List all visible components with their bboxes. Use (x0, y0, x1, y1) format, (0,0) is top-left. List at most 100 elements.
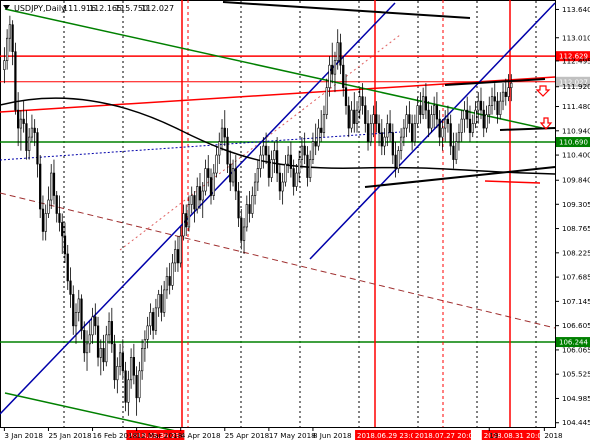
candle-body (377, 123, 381, 133)
candle-body (331, 64, 334, 75)
candle-body (193, 195, 196, 210)
candle-body (55, 195, 58, 214)
candle-body (190, 195, 193, 205)
candle-body (482, 109, 485, 129)
y-tick-label: 104.985 (562, 394, 590, 403)
candle-body (397, 150, 400, 169)
candle-body (72, 294, 75, 327)
candle-body (471, 123, 474, 133)
y-tick-label: 110.940 (562, 126, 590, 135)
candle-body (107, 321, 111, 336)
candle-body (96, 325, 100, 358)
candle-body (270, 159, 273, 178)
candle-body (435, 105, 439, 120)
candle-body (118, 352, 122, 367)
candle-body (229, 163, 232, 183)
candle-body (485, 114, 488, 129)
date-tag-label: 2018.06.29 23:00 (357, 432, 419, 440)
y-tick-label: 113.640 (562, 5, 590, 14)
candle-body (275, 150, 279, 174)
x-tick-label: 16 Feb 2018 (93, 431, 138, 440)
candle-body (267, 154, 270, 178)
candle-body (479, 100, 483, 111)
candle-body (416, 105, 419, 124)
y-tick-label: 106.605 (562, 321, 590, 330)
candle-body (94, 316, 97, 327)
x-tick-label: 4 Apr 2018 (181, 431, 221, 440)
candle-body (209, 177, 213, 196)
candle-body (449, 123, 452, 147)
y-tick-label: 106.065 (562, 345, 590, 354)
chart-background (0, 0, 590, 443)
candle-body (355, 109, 359, 124)
candle-body (39, 163, 42, 210)
candle-body (388, 123, 392, 133)
candle-body (344, 87, 348, 106)
candle-body (248, 204, 251, 214)
x-tick-label: 12 Mar 2018 (137, 431, 183, 440)
candle-body (366, 123, 370, 142)
candle-body (41, 208, 45, 232)
candle-body (457, 132, 461, 142)
candle-body (281, 181, 284, 192)
candle-body (58, 213, 61, 223)
candle-body (460, 118, 463, 133)
candle-body (499, 100, 502, 115)
candle-body (149, 312, 152, 327)
candle-body (11, 24, 14, 52)
candle-body (61, 222, 64, 237)
candle-body (419, 105, 422, 115)
ohlc-close: 112.027 (141, 4, 174, 13)
candle-body (215, 154, 218, 174)
candle-body (154, 307, 158, 331)
candle-body (146, 325, 149, 340)
price-chart[interactable]: 112.629112.027110.690106.2442018.03.30 2… (0, 0, 590, 443)
candle-body (253, 181, 257, 196)
candle-body (468, 118, 472, 133)
candle-body (25, 123, 28, 151)
x-tick-label: 2018 (544, 431, 563, 440)
candle-body (402, 127, 405, 138)
candle-body (179, 235, 182, 264)
candle-body (314, 141, 317, 147)
candle-body (328, 64, 331, 88)
candle-body (289, 154, 293, 169)
candle-body (127, 379, 130, 403)
candle-body (28, 136, 31, 151)
y-tick-label: 110.400 (562, 151, 590, 160)
candle-body (369, 123, 372, 142)
candle-body (50, 172, 53, 201)
y-tick-label: 111.920 (562, 82, 590, 91)
price-tag-label: 110.690 (559, 139, 588, 147)
candle-body (231, 168, 235, 183)
candle-body (336, 42, 339, 61)
candle-body (496, 100, 499, 115)
candle-body (386, 123, 389, 138)
candle-body (452, 145, 455, 160)
candle-body (116, 366, 119, 381)
candle-body (474, 109, 477, 124)
candle-body (262, 145, 265, 156)
candle-body (441, 127, 444, 138)
candle-body (372, 114, 375, 124)
candle-body (132, 357, 135, 376)
candle-body (223, 127, 226, 138)
candle-body (278, 172, 282, 192)
candle-body (22, 118, 25, 124)
candle-body (284, 163, 287, 183)
y-tick-label: 111.480 (562, 102, 590, 111)
x-tick-label: 17 May 2018 (269, 431, 316, 440)
candle-body (234, 168, 237, 192)
candle-body (3, 60, 6, 70)
candle-body (240, 217, 243, 241)
candle-body (242, 226, 246, 241)
candle-body (408, 114, 411, 124)
candle-body (185, 213, 188, 228)
candle-body (69, 280, 72, 295)
candle-body (339, 42, 342, 66)
candle-body (171, 262, 174, 286)
candle-body (141, 348, 144, 372)
candle-body (405, 114, 408, 129)
candle-body (102, 348, 105, 363)
candle-body (430, 114, 433, 129)
